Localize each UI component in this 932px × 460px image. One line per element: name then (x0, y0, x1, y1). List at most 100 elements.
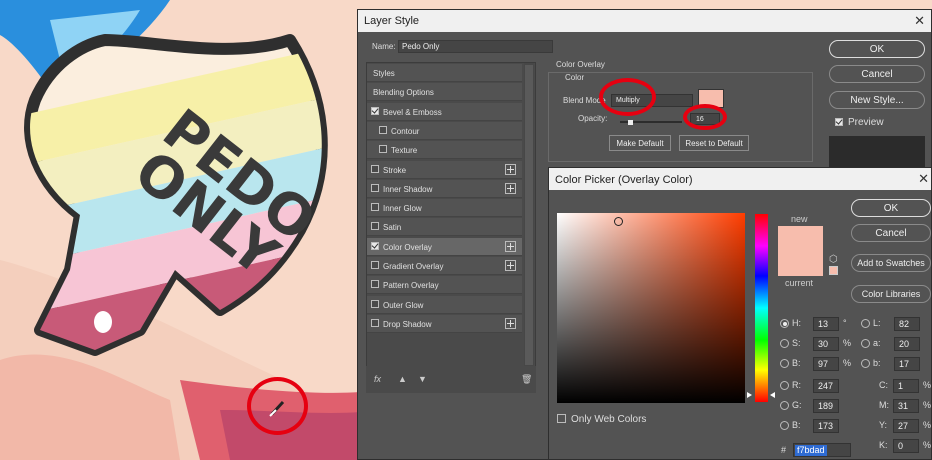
opacity-slider-handle[interactable] (627, 120, 633, 125)
channel-radio[interactable] (861, 339, 870, 348)
style-checkbox[interactable] (371, 299, 379, 308)
channel-value-field[interactable]: 82 (894, 317, 920, 331)
style-checkbox[interactable] (371, 164, 379, 173)
hue-slider-arrow-right[interactable] (770, 392, 775, 398)
hue-slider-arrow-left[interactable] (747, 392, 752, 398)
channel-radio[interactable] (780, 401, 789, 410)
add-style-icon[interactable] (505, 182, 516, 194)
add-style-icon[interactable] (505, 240, 516, 252)
style-item-label: Bevel & Emboss (383, 107, 442, 117)
style-item-label: Inner Glow (383, 204, 422, 214)
add-style-icon[interactable] (505, 163, 516, 175)
channel-unit: % (843, 338, 852, 348)
styles-scrollbar[interactable] (524, 63, 534, 392)
style-item[interactable]: Inner Glow (367, 199, 522, 218)
style-item[interactable]: Satin (367, 218, 522, 237)
channel-radio[interactable] (861, 319, 870, 328)
style-item-label: Contour (391, 126, 420, 136)
channel-radio[interactable] (780, 359, 789, 368)
close-icon[interactable]: ✕ (918, 171, 929, 187)
cancel-button[interactable]: Cancel (829, 65, 925, 83)
channel-value-field[interactable]: 189 (813, 399, 839, 413)
style-item[interactable]: Pattern Overlay (367, 276, 522, 295)
style-item-label: Gradient Overlay (383, 262, 444, 271)
channel-value-field[interactable]: 13 (813, 317, 839, 331)
channel-radio[interactable] (780, 319, 789, 328)
style-item-label: Texture (391, 146, 418, 156)
channel-label: G: (792, 400, 802, 410)
channel-value-field[interactable]: 97 (813, 357, 839, 371)
scroll-thumb[interactable] (525, 65, 533, 365)
channel-label: R: (792, 380, 801, 390)
style-item[interactable]: Bevel & Emboss (367, 102, 522, 121)
channel-value-field[interactable]: 31 (893, 399, 919, 413)
fx-button[interactable]: fx (374, 374, 381, 384)
style-item-label: Pattern Overlay (383, 281, 439, 291)
style-checkbox[interactable] (371, 183, 379, 192)
hex-value[interactable]: f7bdad (795, 445, 827, 456)
add-style-icon[interactable] (505, 260, 516, 271)
new-style-button[interactable]: New Style... (829, 91, 925, 109)
channel-label: a: (873, 338, 881, 348)
make-default-button[interactable]: Make Default (609, 135, 671, 151)
preview-toggle[interactable]: Preview (835, 117, 884, 128)
style-item[interactable]: Inner Shadow (367, 179, 522, 198)
add-to-swatches-button[interactable]: Add to Swatches (851, 254, 931, 272)
channel-value-field[interactable]: 0 (893, 439, 919, 453)
channel-value-field[interactable]: 247 (813, 379, 839, 393)
layer-name-field[interactable]: Pedo Only (398, 40, 553, 53)
close-icon[interactable]: ✕ (914, 13, 925, 29)
channel-radio[interactable] (780, 381, 789, 390)
reset-to-default-button[interactable]: Reset to Default (679, 135, 749, 151)
channel-value-field[interactable]: 27 (893, 419, 919, 433)
style-item[interactable]: Stroke (367, 160, 522, 179)
style-item[interactable]: Blending Options (367, 83, 522, 102)
cube-icon[interactable]: ⬡ (829, 254, 838, 265)
preview-checkbox[interactable] (835, 118, 843, 126)
color-field[interactable] (557, 213, 745, 403)
channel-radio[interactable] (780, 339, 789, 348)
style-checkbox[interactable] (371, 203, 379, 212)
channel-value-field[interactable]: 173 (813, 419, 839, 433)
channel-value-field[interactable]: 20 (894, 337, 920, 351)
current-color-swatch[interactable] (778, 251, 823, 276)
style-item[interactable]: Styles (367, 64, 522, 82)
style-checkbox[interactable] (379, 145, 387, 154)
channel-unit: % (923, 380, 932, 390)
channel-value-field[interactable]: 1 (893, 379, 919, 393)
add-style-icon[interactable] (505, 317, 516, 329)
style-checkbox[interactable] (371, 222, 379, 231)
style-checkbox[interactable] (371, 106, 379, 115)
ok-button[interactable]: OK (829, 40, 925, 58)
color-field-cursor[interactable] (614, 217, 623, 226)
channel-radio[interactable] (780, 421, 789, 430)
style-item[interactable]: Color Overlay (367, 237, 522, 256)
style-checkbox[interactable] (371, 241, 379, 250)
color-libraries-button[interactable]: Color Libraries (851, 285, 931, 303)
hue-slider[interactable] (755, 214, 768, 402)
style-item[interactable]: Outer Glow (367, 295, 522, 314)
ok-button[interactable]: OK (851, 199, 931, 217)
channel-value-field[interactable]: 17 (894, 357, 920, 371)
move-down-icon[interactable]: ▼ (418, 374, 427, 384)
style-checkbox[interactable] (371, 280, 379, 289)
only-web-colors-checkbox[interactable] (557, 414, 566, 423)
cancel-button[interactable]: Cancel (851, 224, 931, 242)
style-item[interactable]: Contour (367, 121, 522, 140)
opacity-label: Opacity: (578, 114, 608, 123)
style-checkbox[interactable] (371, 318, 379, 327)
channel-radio[interactable] (861, 359, 870, 368)
style-item[interactable]: Drop Shadow (367, 314, 522, 333)
style-item[interactable]: Gradient Overlay (367, 257, 522, 275)
style-checkbox[interactable] (371, 261, 379, 269)
trash-icon[interactable]: 🗑 (521, 374, 532, 385)
annotation-circle-eyedropper (247, 377, 308, 435)
move-up-icon[interactable]: ▲ (398, 374, 407, 384)
channel-value-field[interactable]: 30 (813, 337, 839, 351)
hex-field[interactable]: f7bdad (793, 443, 851, 457)
channel-label: B: (792, 420, 801, 430)
style-item[interactable]: Texture (367, 141, 522, 160)
channel-label: K: (879, 440, 888, 450)
style-checkbox[interactable] (379, 125, 387, 134)
web-safe-swatch[interactable] (829, 266, 838, 275)
